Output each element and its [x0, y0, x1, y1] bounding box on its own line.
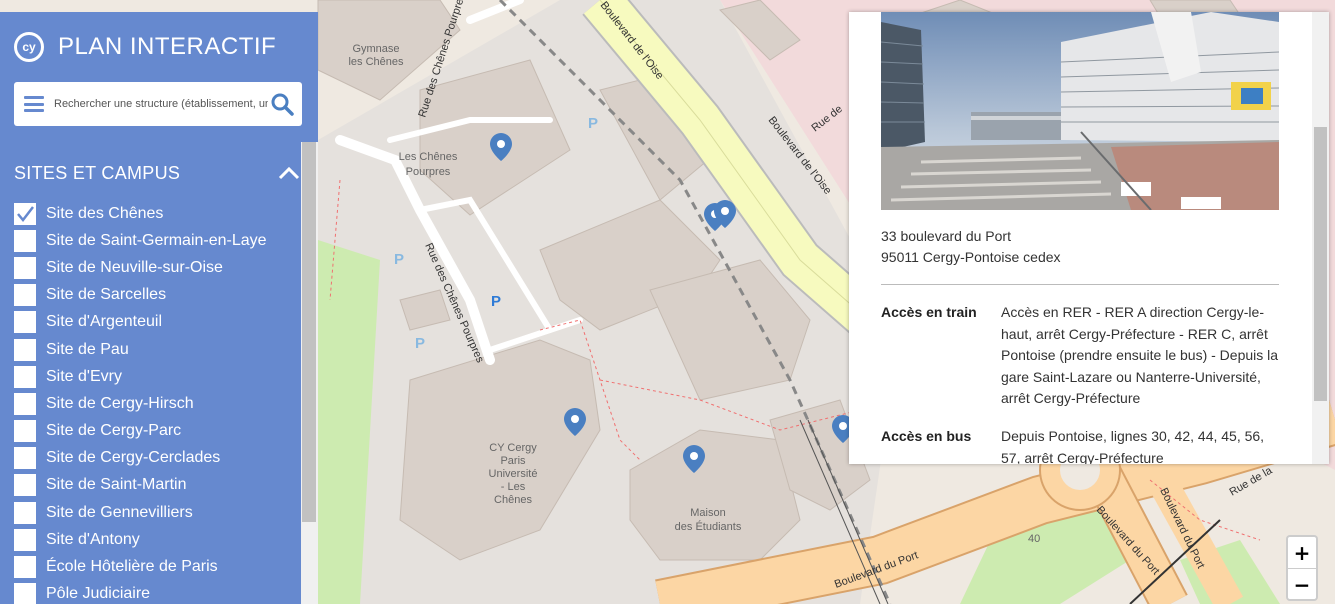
parking-label: P [415, 335, 425, 352]
site-item-saint-germain[interactable]: Site de Saint-Germain-en-Laye [14, 227, 300, 254]
checkbox[interactable] [14, 447, 36, 470]
app-title: PLAN INTERACTIF [58, 33, 277, 60]
label-cy-cergy-line5: Chênes [494, 494, 532, 506]
site-item-saint-martin[interactable]: Site de Saint-Martin [14, 472, 300, 499]
label-number-40: 40 [1028, 533, 1040, 545]
label-cy-cergy-line4: - Les [501, 481, 526, 493]
sites-section-title: SITES ET CAMPUS [14, 162, 181, 183]
site-label: Site d'Argenteuil [46, 313, 163, 331]
site-label: Site de Cergy-Cerclades [46, 449, 221, 467]
site-label: Site d'Antony [46, 530, 140, 548]
site-item-argenteuil[interactable]: Site d'Argenteuil [14, 309, 300, 336]
site-label: Site de Neuville-sur-Oise [46, 258, 223, 276]
campus-photo [881, 12, 1279, 210]
zoom-out-button[interactable]: − [1288, 568, 1316, 599]
site-label: Site de Sarcelles [46, 286, 167, 304]
site-label: Site de Gennevilliers [46, 503, 193, 521]
address-block: 33 boulevard du Port 95011 Cergy-Pontois… [881, 226, 1281, 268]
address-line1: 33 boulevard du Port [881, 228, 1011, 244]
parking-label: P [588, 115, 598, 132]
site-label: Site de Cergy-Hirsch [46, 394, 194, 412]
logo-text: cy [22, 40, 36, 54]
site-label: Site de Saint-Martin [46, 476, 187, 494]
divider [881, 284, 1279, 285]
checkbox[interactable] [14, 338, 36, 361]
search-input[interactable] [52, 97, 270, 111]
site-list: Site des Chênes Site de Saint-Germain-en… [14, 200, 300, 604]
label-maison-line1: Maison [690, 507, 725, 519]
label-gymnase-line2: les Chênes [348, 56, 404, 68]
parking-label: P [394, 251, 404, 268]
checkbox[interactable] [14, 392, 36, 415]
checkmark-icon [17, 205, 34, 222]
label-cy-cergy-line1: CY Cergy [489, 442, 537, 454]
location-info-panel: 33 boulevard du Port 95011 Cergy-Pontois… [849, 12, 1329, 464]
checkbox[interactable] [14, 311, 36, 334]
checkbox-checked[interactable] [14, 202, 36, 225]
checkbox[interactable] [14, 365, 36, 388]
sidebar-scrollbar-thumb[interactable] [302, 142, 316, 522]
site-item-ecole-hoteliere[interactable]: École Hôtelière de Paris [14, 553, 300, 580]
label-maison-line2: des Étudiants [675, 520, 742, 533]
access-train-row: Accès en train Accès en RER - RER A dire… [881, 302, 1279, 410]
hamburger-menu-icon[interactable] [24, 94, 44, 114]
info-panel-scrollbar-thumb[interactable] [1314, 127, 1327, 401]
site-item-pole-judiciaire[interactable]: Pôle Judiciaire [14, 581, 300, 604]
parking-label: P [491, 293, 501, 310]
site-label: Site des Chênes [46, 204, 164, 222]
sidebar: cy PLAN INTERACTIF SITES ET CAMPUS Site … [0, 12, 318, 604]
site-item-gennevilliers[interactable]: Site de Gennevilliers [14, 499, 300, 526]
cy-logo-icon: cy [14, 32, 44, 62]
zoom-in-button[interactable]: + [1288, 537, 1316, 568]
site-label: Pôle Judiciaire [46, 585, 151, 603]
label-chenes-pourpres-line1: Les Chênes [399, 151, 458, 163]
label-cy-cergy-line3: Université [489, 468, 538, 480]
checkbox[interactable] [14, 256, 36, 279]
site-item-evry[interactable]: Site d'Evry [14, 363, 300, 390]
site-item-chenes[interactable]: Site des Chênes [14, 200, 300, 227]
access-bus-text: Depuis Pontoise, lignes 30, 42, 44, 45, … [1001, 428, 1265, 464]
site-label: Site de Pau [46, 340, 129, 358]
site-label: Site de Cergy-Parc [46, 422, 182, 440]
site-label: Site d'Evry [46, 367, 122, 385]
checkbox[interactable] [14, 474, 36, 497]
site-item-neuville[interactable]: Site de Neuville-sur-Oise [14, 254, 300, 281]
search-icon[interactable] [270, 92, 294, 116]
checkbox[interactable] [14, 229, 36, 252]
site-item-cergy-cerclades[interactable]: Site de Cergy-Cerclades [14, 445, 300, 472]
checkbox[interactable] [14, 284, 36, 307]
access-train-text: Accès en RER - RER A direction Cergy-le-… [1001, 304, 1279, 406]
checkbox[interactable] [14, 501, 36, 524]
site-item-cergy-parc[interactable]: Site de Cergy-Parc [14, 418, 300, 445]
sites-section-header[interactable]: SITES ET CAMPUS [14, 158, 300, 188]
site-label: Site de Saint-Germain-en-Laye [46, 231, 267, 249]
search-bar [14, 82, 302, 126]
checkbox[interactable] [14, 583, 36, 604]
address-line2: 95011 Cergy-Pontoise cedex [881, 249, 1061, 265]
access-train-label: Accès en train [881, 304, 977, 320]
label-cy-cergy-line2: Paris [500, 455, 526, 467]
label-chenes-pourpres-line2: Pourpres [406, 166, 451, 178]
checkbox[interactable] [14, 420, 36, 443]
zoom-controls: + − [1286, 535, 1318, 601]
site-item-antony[interactable]: Site d'Antony [14, 526, 300, 553]
site-item-pau[interactable]: Site de Pau [14, 336, 300, 363]
checkbox[interactable] [14, 528, 36, 551]
site-label: École Hôtelière de Paris [46, 558, 218, 576]
label-gymnase-line1: Gymnase [352, 43, 399, 55]
chevron-up-icon[interactable] [278, 166, 300, 180]
access-bus-row: Accès en bus Depuis Pontoise, lignes 30,… [881, 426, 1279, 464]
checkbox[interactable] [14, 556, 36, 579]
site-item-sarcelles[interactable]: Site de Sarcelles [14, 282, 300, 309]
access-bus-label: Accès en bus [881, 428, 972, 444]
site-item-cergy-hirsch[interactable]: Site de Cergy-Hirsch [14, 390, 300, 417]
brand: cy PLAN INTERACTIF [14, 30, 276, 64]
